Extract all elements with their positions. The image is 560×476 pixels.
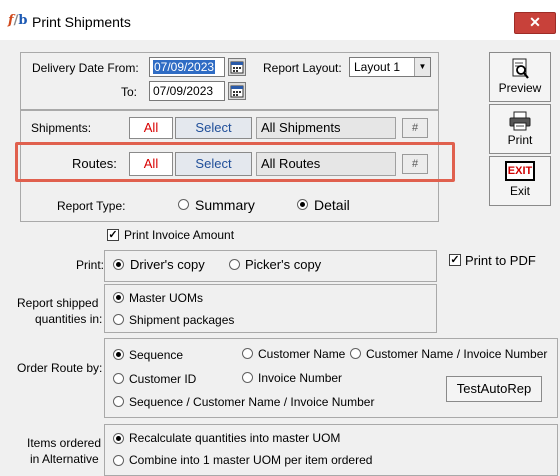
combine-master-uom-radio[interactable] bbox=[113, 455, 124, 466]
close-icon: ✕ bbox=[529, 14, 541, 30]
customer-name-invoice-label[interactable]: Customer Name / Invoice Number bbox=[366, 347, 547, 361]
sequence-customer-invoice-radio[interactable] bbox=[113, 396, 124, 407]
sequence-customer-invoice-label[interactable]: Sequence / Customer Name / Invoice Numbe… bbox=[129, 395, 374, 409]
window-title: Print Shipments bbox=[32, 14, 131, 30]
report-type-summary-label[interactable]: Summary bbox=[195, 197, 255, 213]
title-bar: f/b Print Shipments ✕ bbox=[0, 0, 560, 40]
order-route-label: Order Route by: bbox=[17, 361, 103, 375]
pickers-copy-radio[interactable] bbox=[229, 259, 240, 270]
app-logo-icon: f/b bbox=[8, 13, 28, 28]
exit-sign-icon: EXIT bbox=[505, 161, 535, 181]
shipment-packages-radio[interactable] bbox=[113, 314, 124, 325]
preview-button[interactable]: Preview bbox=[489, 52, 551, 102]
print-to-pdf-label[interactable]: Print to PDF bbox=[465, 253, 536, 268]
preview-icon bbox=[512, 58, 529, 79]
sequence-label[interactable]: Sequence bbox=[129, 348, 183, 362]
routes-highlight-box bbox=[15, 142, 455, 182]
preview-label: Preview bbox=[498, 81, 542, 95]
print-invoice-amount-checkbox[interactable]: ✓ bbox=[107, 229, 119, 241]
print-to-pdf-checkbox[interactable]: ✓ bbox=[449, 254, 461, 266]
exit-label: Exit bbox=[509, 184, 530, 198]
report-shipped-label-line1: Report shipped bbox=[17, 296, 99, 310]
customer-id-label[interactable]: Customer ID bbox=[129, 372, 196, 386]
shipment-packages-label[interactable]: Shipment packages bbox=[129, 313, 234, 327]
master-uoms-radio[interactable] bbox=[113, 292, 124, 303]
print-invoice-amount-label[interactable]: Print Invoice Amount bbox=[124, 228, 234, 242]
shipments-hash-button[interactable]: # bbox=[402, 118, 428, 138]
customer-id-radio[interactable] bbox=[113, 373, 124, 384]
invoice-number-label[interactable]: Invoice Number bbox=[258, 371, 342, 385]
recalculate-quantities-radio[interactable] bbox=[113, 433, 124, 444]
report-layout-select[interactable]: Layout 1 ▼ bbox=[349, 57, 431, 77]
items-ordered-label-line1: Items ordered bbox=[27, 436, 102, 450]
report-type-detail-radio[interactable] bbox=[297, 199, 308, 210]
calendar-from-button[interactable] bbox=[228, 58, 246, 76]
report-layout-label: Report Layout: bbox=[263, 61, 342, 75]
test-autorep-button[interactable]: TestAutoRep bbox=[446, 376, 542, 402]
calendar-icon bbox=[230, 85, 244, 98]
sequence-radio[interactable] bbox=[113, 349, 124, 360]
master-uoms-label[interactable]: Master UOMs bbox=[129, 291, 203, 305]
customer-name-radio[interactable] bbox=[242, 348, 253, 359]
report-type-summary-radio[interactable] bbox=[178, 199, 189, 210]
shipments-label: Shipments: bbox=[31, 121, 92, 135]
drivers-copy-radio[interactable] bbox=[113, 259, 124, 270]
calendar-icon bbox=[230, 61, 244, 74]
printer-icon bbox=[509, 111, 531, 131]
combine-master-uom-label[interactable]: Combine into 1 master UOM per item order… bbox=[129, 453, 372, 467]
chevron-down-icon: ▼ bbox=[414, 58, 430, 76]
print-button[interactable]: Print bbox=[489, 104, 551, 154]
exit-button[interactable]: EXIT Exit bbox=[489, 156, 551, 206]
report-type-detail-label[interactable]: Detail bbox=[314, 197, 350, 213]
customer-name-label[interactable]: Customer Name bbox=[258, 347, 345, 361]
drivers-copy-label[interactable]: Driver's copy bbox=[130, 257, 205, 272]
print-label: Print: bbox=[76, 258, 105, 272]
report-type-label: Report Type: bbox=[57, 199, 126, 213]
customer-name-invoice-radio[interactable] bbox=[350, 348, 361, 359]
delivery-date-to-input[interactable]: 07/09/2023 bbox=[149, 81, 225, 101]
shipments-select-button[interactable]: Select bbox=[175, 117, 252, 139]
calendar-to-button[interactable] bbox=[228, 82, 246, 100]
delivery-date-to-label: To: bbox=[121, 85, 138, 99]
invoice-number-radio[interactable] bbox=[242, 372, 253, 383]
recalculate-quantities-label[interactable]: Recalculate quantities into master UOM bbox=[129, 431, 340, 445]
delivery-date-from-label: Delivery Date From: bbox=[32, 61, 139, 75]
report-shipped-label-line2: quantities in: bbox=[35, 312, 103, 326]
close-button[interactable]: ✕ bbox=[514, 12, 556, 34]
print-label-text: Print bbox=[507, 133, 533, 147]
shipments-value-field: All Shipments bbox=[256, 117, 396, 139]
shipments-all-button[interactable]: All bbox=[129, 117, 173, 139]
items-ordered-label-line2: in Alternative bbox=[30, 452, 99, 466]
delivery-date-from-input[interactable]: 07/09/2023 bbox=[149, 57, 225, 77]
pickers-copy-label[interactable]: Picker's copy bbox=[245, 257, 321, 272]
